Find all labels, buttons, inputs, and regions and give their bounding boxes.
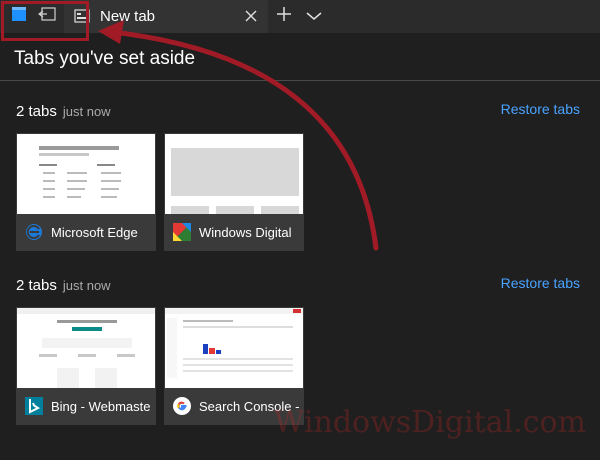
annotation-arrow [98,20,379,251]
